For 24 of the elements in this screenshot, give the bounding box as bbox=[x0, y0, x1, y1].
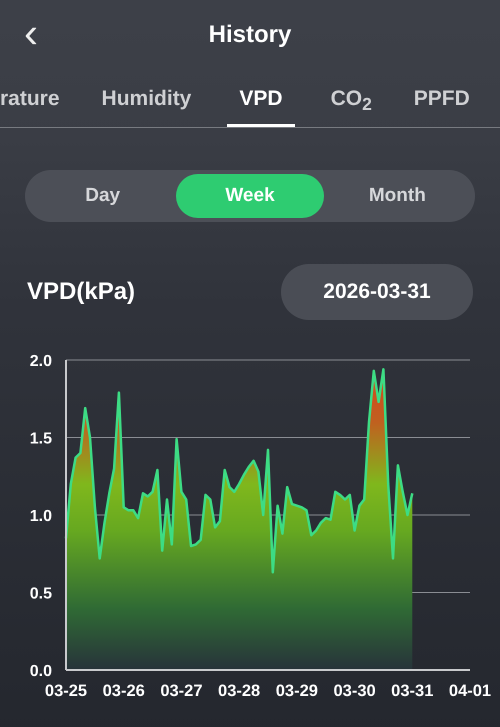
y-axis-label: 0.5 bbox=[30, 586, 52, 602]
y-axis-label: 1.0 bbox=[30, 508, 52, 525]
chart-title: VPD(kPa) bbox=[27, 278, 136, 306]
x-axis-label: 03-27 bbox=[160, 682, 203, 700]
x-axis-label: 03-31 bbox=[391, 682, 434, 700]
metric-tab[interactable]: VPD bbox=[227, 70, 295, 127]
date-button[interactable]: 2026-03-31 bbox=[281, 264, 473, 320]
y-axis-label: 0.0 bbox=[30, 663, 52, 680]
y-axis-label: 1.5 bbox=[30, 430, 52, 448]
back-icon[interactable]: ‹ bbox=[24, 12, 38, 54]
page-title: History bbox=[208, 21, 292, 49]
x-axis-label: 03-30 bbox=[333, 682, 376, 700]
period-tab[interactable]: Month bbox=[324, 174, 471, 218]
metric-tab[interactable]: rature bbox=[0, 70, 66, 127]
metric-tab[interactable]: Humidity bbox=[96, 70, 198, 127]
metric-tab[interactable]: PPFD bbox=[408, 70, 476, 127]
y-axis-label: 2.0 bbox=[30, 353, 52, 370]
x-axis-label: 04-01 bbox=[448, 682, 492, 700]
x-axis-label: 03-25 bbox=[44, 682, 88, 700]
period-tab[interactable]: Day bbox=[29, 174, 176, 218]
x-axis-label: 03-26 bbox=[102, 682, 145, 700]
x-axis-label: 03-29 bbox=[276, 682, 318, 700]
x-axis-label: 03-28 bbox=[218, 682, 260, 700]
metric-tab[interactable]: CO$_{2}$ bbox=[324, 70, 378, 127]
